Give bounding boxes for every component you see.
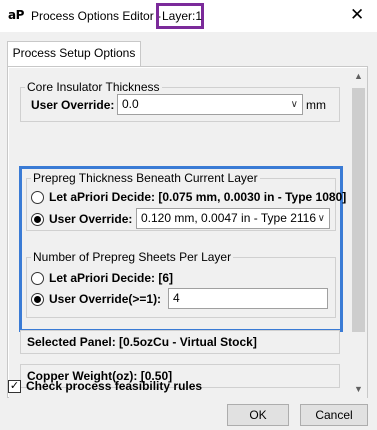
- feasibility-label: Check process feasibility rules: [26, 379, 203, 393]
- title-bar: aP Process Options Editor - Layer:1 ✕: [0, 0, 377, 32]
- radio-selected-icon: [31, 212, 44, 226]
- radio-unselected-icon: [31, 190, 44, 204]
- prepreg-override-radio[interactable]: User Override:: [31, 211, 132, 227]
- selected-panel-box: Selected Panel: [0.5ozCu - Virtual Stock…: [20, 330, 340, 354]
- sheets-apriori-radio[interactable]: Let aPriori Decide: [6]: [31, 270, 173, 286]
- radio-selected-icon: [31, 292, 44, 306]
- radio-unselected-icon: [31, 271, 44, 285]
- core-thickness-dropdown[interactable]: 0.0 ∨: [117, 94, 303, 115]
- prepreg-apriori-label: Let aPriori Decide: [0.075 mm, 0.0030 in…: [49, 190, 347, 204]
- chevron-down-icon: ∨: [317, 213, 325, 224]
- sheets-count-input[interactable]: 4: [168, 288, 328, 309]
- feasibility-checkbox[interactable]: ✓: [8, 380, 21, 393]
- tab-process-setup-options[interactable]: Process Setup Options: [7, 41, 141, 67]
- sheets-apriori-label: Let aPriori Decide: [6]: [49, 271, 174, 285]
- cancel-button[interactable]: Cancel: [300, 404, 368, 426]
- chevron-down-icon: ∨: [290, 99, 298, 110]
- sheets-override-label: User Override(>=1):: [49, 292, 162, 306]
- app-logo-icon: aP: [8, 8, 24, 22]
- scroll-up-icon[interactable]: ▲: [350, 68, 367, 85]
- prepreg-thickness-legend: Prepreg Thickness Beneath Current Layer: [33, 171, 258, 185]
- prepreg-sheets-legend: Number of Prepreg Sheets Per Layer: [33, 250, 232, 264]
- layer-label: Layer:1: [156, 3, 204, 29]
- core-thickness-unit: mm: [306, 98, 326, 112]
- window-title: Process Options Editor -: [31, 9, 162, 23]
- ok-button[interactable]: OK: [227, 404, 289, 426]
- options-scroll-area: Core Insulator Thickness User Override: …: [9, 68, 350, 398]
- core-thickness-value: 0.0: [122, 97, 139, 111]
- vertical-scrollbar[interactable]: ▲ ▼: [350, 68, 367, 398]
- close-icon[interactable]: ✕: [350, 5, 364, 25]
- tab-panel: Core Insulator Thickness User Override: …: [7, 66, 368, 398]
- core-override-label: User Override:: [31, 98, 115, 112]
- prepreg-thickness-value: 0.120 mm, 0.0047 in - Type 2116: [141, 211, 317, 225]
- prepreg-thickness-dropdown[interactable]: 0.120 mm, 0.0047 in - Type 2116 ∨: [136, 208, 330, 229]
- dialog-body: Process Setup Options Core Insulator Thi…: [0, 32, 377, 430]
- prepreg-override-label: User Override:: [49, 212, 133, 226]
- core-insulator-legend: Core Insulator Thickness: [27, 80, 160, 94]
- scroll-down-icon[interactable]: ▼: [350, 381, 367, 398]
- scrollbar-thumb[interactable]: [352, 88, 365, 332]
- sheets-override-radio[interactable]: User Override(>=1):: [31, 291, 161, 307]
- prepreg-apriori-radio[interactable]: Let aPriori Decide: [0.075 mm, 0.0030 in…: [31, 189, 346, 205]
